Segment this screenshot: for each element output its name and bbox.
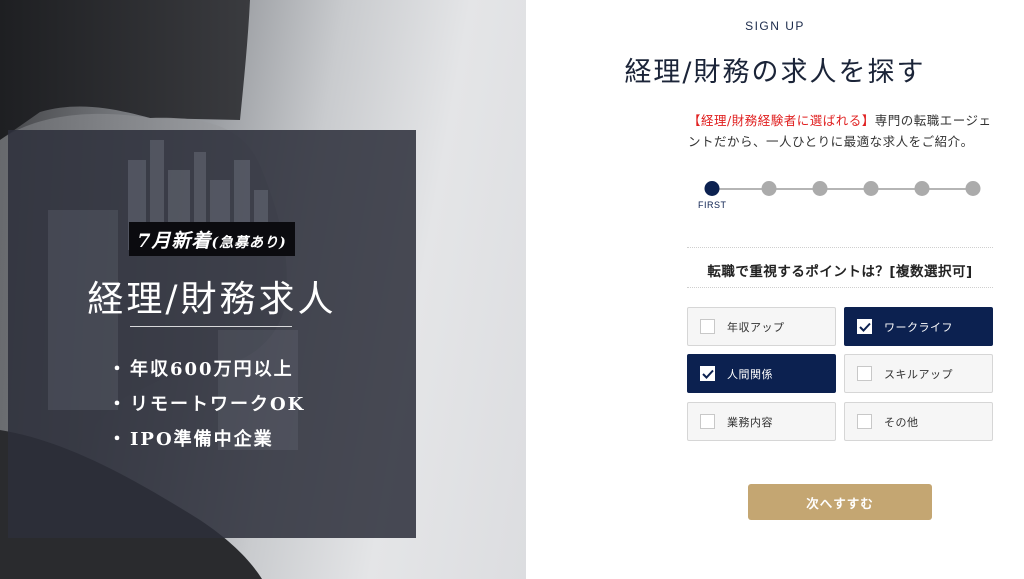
intro-text: 【経理/財務経験者に選ばれる】専門の転職エージェントだから、一人ひとりに最適な求…: [688, 110, 993, 152]
signup-eyebrow: SIGN UP: [745, 19, 805, 33]
option-nenshu-up[interactable]: 年収アップ: [687, 307, 836, 346]
option-label: ワークライフ: [884, 320, 953, 334]
hero-divider: [130, 326, 292, 327]
checkbox[interactable]: [857, 414, 872, 429]
step-dot-3: [812, 181, 828, 196]
hero-bullet: IPO準備中企業: [108, 422, 305, 457]
option-relationships[interactable]: 人間関係: [687, 354, 836, 393]
check-icon: [858, 322, 871, 332]
hero-tag-main: 7月新着: [137, 230, 212, 252]
hero-title: 経理/財務求人: [87, 279, 337, 320]
option-other[interactable]: その他: [844, 402, 993, 441]
question-divider-bottom: [687, 287, 993, 288]
hero-banner: 7月新着(急募あり) 経理/財務求人 年収600万円以上 リモートワークOK I…: [0, 0, 526, 579]
checkbox[interactable]: [700, 414, 715, 429]
hero-bullet: リモートワークOK: [108, 387, 305, 422]
stepper-track: [712, 188, 974, 190]
page-title: 経理/財務の求人を探す: [624, 57, 926, 88]
progress-stepper: FIRST: [698, 181, 981, 213]
hero-tag: 7月新着(急募あり): [8, 222, 416, 256]
question-heading: 転職で重視するポイントは？[複数選択可]: [707, 264, 973, 280]
option-label: 年収アップ: [727, 320, 785, 334]
question-divider-top: [687, 247, 993, 248]
intro-highlight: 【経理/財務経験者に選ばれる】: [688, 113, 875, 128]
hero-bullet: 年収600万円以上: [108, 352, 305, 387]
step-dot-6: [965, 181, 981, 196]
check-icon: [701, 369, 714, 379]
option-label: 業務内容: [727, 415, 773, 429]
step-dot-1: [704, 181, 720, 196]
step-dot-4: [863, 181, 879, 196]
checkbox[interactable]: [857, 366, 872, 381]
option-label: スキルアップ: [884, 367, 953, 381]
hero-text: 7月新着(急募あり) 経理/財務求人 年収600万円以上 リモートワークOK I…: [8, 130, 416, 538]
option-work-life[interactable]: ワークライフ: [844, 307, 993, 346]
step-dot-5: [914, 181, 930, 196]
option-job-content[interactable]: 業務内容: [687, 402, 836, 441]
option-skill-up[interactable]: スキルアップ: [844, 354, 993, 393]
checkbox[interactable]: [857, 319, 872, 334]
option-label: 人間関係: [727, 367, 773, 381]
checkbox[interactable]: [700, 366, 715, 381]
checkbox[interactable]: [700, 319, 715, 334]
hero-bullet-list: 年収600万円以上 リモートワークOK IPO準備中企業: [108, 352, 305, 457]
step-dot-2: [761, 181, 777, 196]
hero-tag-sub: (急募あり): [211, 235, 287, 251]
next-button[interactable]: 次へすすむ: [748, 484, 932, 520]
step-label-current: FIRST: [698, 200, 727, 210]
option-label: その他: [884, 415, 919, 429]
